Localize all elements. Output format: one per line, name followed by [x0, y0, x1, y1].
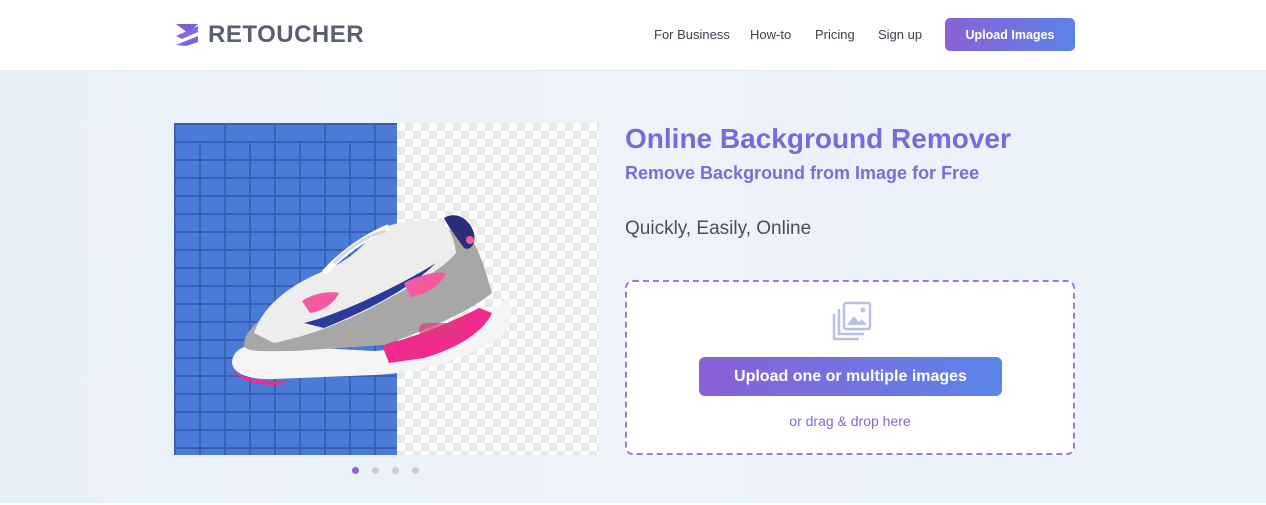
tagline: Quickly, Easily, Online: [625, 218, 812, 239]
upload-dropzone[interactable]: Upload one or multiple images or drag & …: [625, 280, 1075, 455]
nav-how-to[interactable]: How-to: [750, 27, 791, 42]
sneaker-image: [230, 215, 512, 385]
carousel-dot-1[interactable]: [352, 467, 359, 474]
drag-drop-hint: or drag & drop here: [789, 413, 911, 429]
hero-section: Online Background Remover Remove Backgro…: [0, 71, 1266, 503]
nav-pricing[interactable]: Pricing: [815, 27, 855, 42]
page-subtitle: Remove Background from Image for Free: [625, 163, 980, 183]
carousel-dot-2[interactable]: [372, 467, 379, 474]
site-header: RETOUCHER For Business How-to Pricing Si…: [0, 0, 1266, 71]
nav-sign-up[interactable]: Sign up: [878, 27, 922, 42]
logo[interactable]: RETOUCHER: [174, 21, 364, 48]
carousel-dots: [352, 467, 419, 474]
retoucher-logo-icon: [176, 24, 198, 46]
nav-for-business[interactable]: For Business: [654, 27, 730, 42]
carousel-dot-3[interactable]: [392, 467, 399, 474]
carousel-dot-4[interactable]: [412, 467, 419, 474]
logo-text: RETOUCHER: [208, 21, 365, 48]
before-after-image: [174, 123, 599, 455]
upload-multiple-button[interactable]: Upload one or multiple images: [699, 357, 1002, 396]
images-stack-icon: [832, 301, 872, 341]
page-title: Online Background Remover: [625, 123, 1011, 154]
upload-images-button[interactable]: Upload Images: [945, 18, 1075, 51]
